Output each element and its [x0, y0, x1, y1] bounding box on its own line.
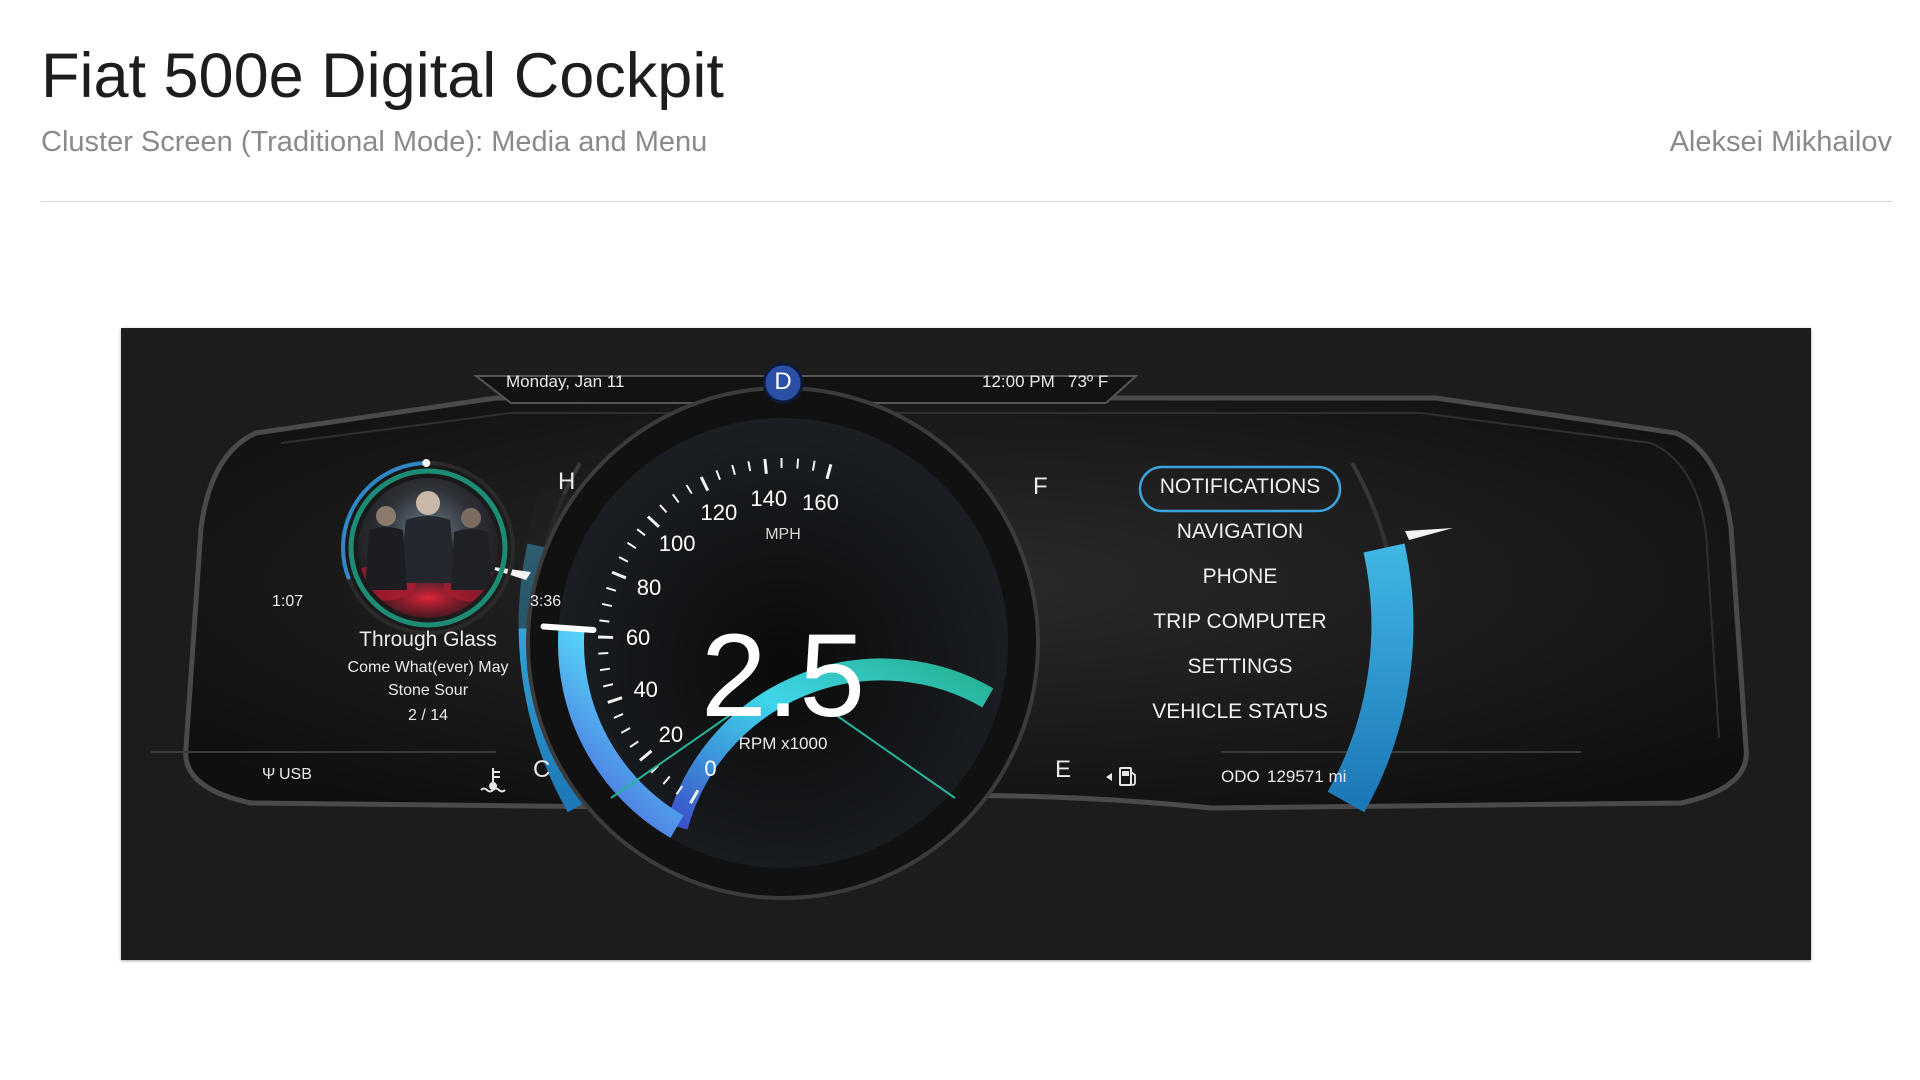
rpm-value: 2.5 — [700, 610, 866, 742]
rpm-unit-label: RPM x1000 — [738, 734, 828, 753]
usb-icon: Ψ — [262, 766, 276, 783]
odometer-value: 129571 mi — [1267, 767, 1347, 786]
fuel-full-label: F — [1033, 473, 1048, 500]
media-elapsed: 1:07 — [272, 593, 304, 610]
speed-unit-label: MPH — [765, 526, 801, 543]
media-source-label: USB — [279, 766, 312, 783]
media-song-title: Through Glass — [359, 628, 497, 651]
speed-major-tick — [763, 458, 768, 474]
speed-needle — [540, 623, 597, 633]
media-track-count: 2 / 14 — [407, 707, 449, 724]
menu-item-vehicle-status[interactable]: VEHICLE STATUS — [1152, 700, 1327, 724]
speed-tick-label: 60 — [625, 625, 651, 651]
media-artist: Stone Sour — [387, 682, 469, 699]
speed-tick-label: 100 — [658, 530, 696, 556]
speed-minor-tick — [598, 652, 609, 655]
header-divider — [41, 201, 1892, 202]
odometer-label: ODO — [1221, 767, 1260, 786]
speed-tick-label: 40 — [633, 676, 658, 702]
menu-item-trip-computer[interactable]: TRIP COMPUTER — [1153, 610, 1326, 634]
date-label: Monday, Jan 11 — [506, 372, 625, 391]
author-name: Aleksei Mikhailov — [1669, 126, 1892, 158]
speed-minor-tick — [599, 619, 610, 623]
menu-item-navigation[interactable]: NAVIGATION — [1177, 520, 1303, 544]
fuel-empty-label: E — [1055, 756, 1072, 783]
page-subtitle: Cluster Screen (Traditional Mode): Media… — [41, 126, 708, 158]
speed-tick-label: 20 — [658, 721, 684, 747]
cluster-screen: Monday, Jan 11 12:00 PM 73º F D 1:07 3:3… — [121, 328, 1811, 960]
temp-low-label: C — [533, 756, 551, 783]
page-title: Fiat 500e Digital Cockpit — [41, 41, 724, 111]
media-progress-knob[interactable] — [422, 459, 431, 468]
temperature-label: 73º F — [1068, 372, 1109, 391]
menu-item-settings[interactable]: SETTINGS — [1187, 655, 1292, 679]
menu-item-notifications[interactable]: NOTIFICATIONS — [1160, 475, 1321, 499]
speed-minor-tick — [796, 458, 800, 469]
menu-item-phone[interactable]: PHONE — [1203, 565, 1278, 589]
speed-tick-label: 80 — [636, 574, 662, 600]
speed-tick-label: 160 — [802, 489, 839, 515]
gear-indicator: D — [774, 368, 792, 395]
speed-tick-label: 120 — [700, 499, 738, 525]
speed-tick-label: 140 — [750, 485, 788, 511]
media-duration: 3:36 — [530, 593, 562, 610]
temp-high-label: H — [558, 468, 576, 495]
media-album: Come What(ever) May — [347, 659, 509, 676]
time-label: 12:00 PM — [982, 372, 1055, 391]
speed-tick-label: 0 — [704, 755, 717, 781]
